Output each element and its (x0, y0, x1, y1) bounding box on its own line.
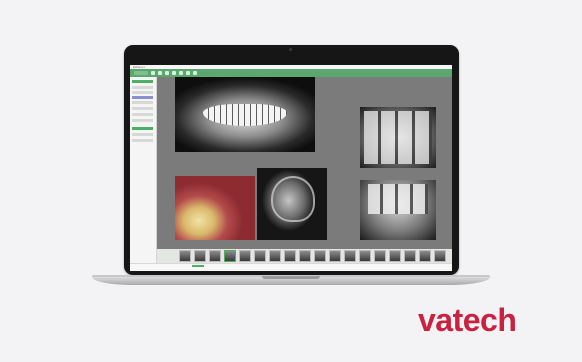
bitewing-xray-lower[interactable] (360, 180, 436, 240)
thumbnail[interactable] (404, 250, 416, 262)
sidebar-item[interactable] (132, 139, 153, 142)
thumbnail[interactable] (434, 250, 446, 262)
teeth-graphic (364, 111, 432, 164)
status-indicator (192, 265, 204, 267)
sidebar-item[interactable] (132, 127, 153, 130)
toolbar-button[interactable] (158, 71, 162, 75)
sidebar-item[interactable] (132, 107, 153, 110)
thumbnail[interactable] (179, 250, 191, 262)
thumbnail[interactable] (299, 250, 311, 262)
patient-sidebar (130, 77, 157, 271)
sidebar-item[interactable] (132, 80, 153, 83)
thumbnail[interactable] (344, 250, 356, 262)
thumbnail[interactable] (389, 250, 401, 262)
intraoral-photo[interactable] (175, 176, 255, 240)
thumbnail[interactable] (329, 250, 341, 262)
sidebar-item[interactable] (132, 86, 153, 89)
thumbnail[interactable] (269, 250, 281, 262)
thumbnail[interactable] (239, 250, 251, 262)
tab-patient[interactable] (134, 71, 148, 75)
image-viewer (157, 77, 452, 249)
toolbar-button[interactable] (151, 71, 155, 75)
status-bar (130, 263, 452, 271)
laptop-lid: EzDent-i (124, 45, 459, 275)
panoramic-xray[interactable] (175, 77, 315, 152)
sidebar-item[interactable] (132, 101, 153, 104)
thumbnail[interactable] (254, 250, 266, 262)
toolbar-button[interactable] (179, 71, 183, 75)
thumbnail[interactable] (419, 250, 431, 262)
camera-icon (289, 48, 292, 51)
image-filmstrip (157, 249, 452, 263)
sidebar-item[interactable] (132, 96, 153, 99)
thumbnail[interactable] (359, 250, 371, 262)
vatech-logo: vatech (418, 302, 517, 338)
toolbar-button[interactable] (165, 71, 169, 75)
toolbar-button[interactable] (172, 71, 176, 75)
sidebar-item[interactable] (132, 133, 153, 136)
bitewing-xray-upper[interactable] (360, 107, 436, 168)
skull-graphic (271, 176, 315, 222)
toolbar-button[interactable] (193, 71, 197, 75)
toolbar-button[interactable] (186, 71, 190, 75)
cephalometric-xray[interactable] (257, 168, 327, 240)
teeth-graphic (203, 104, 287, 126)
thumbnail[interactable] (224, 250, 236, 262)
sidebar-item[interactable] (132, 91, 153, 94)
thumbnail[interactable] (209, 250, 221, 262)
thumbnail[interactable] (194, 250, 206, 262)
thumbnail[interactable] (374, 250, 386, 262)
thumbnail[interactable] (314, 250, 326, 262)
thumbnail[interactable] (284, 250, 296, 262)
app-screen: EzDent-i (130, 65, 452, 271)
laptop-notch (262, 276, 320, 279)
teeth-graphic (368, 184, 428, 214)
main-toolbar (130, 69, 452, 77)
sidebar-item[interactable] (132, 119, 153, 122)
sidebar-item[interactable] (132, 113, 153, 116)
